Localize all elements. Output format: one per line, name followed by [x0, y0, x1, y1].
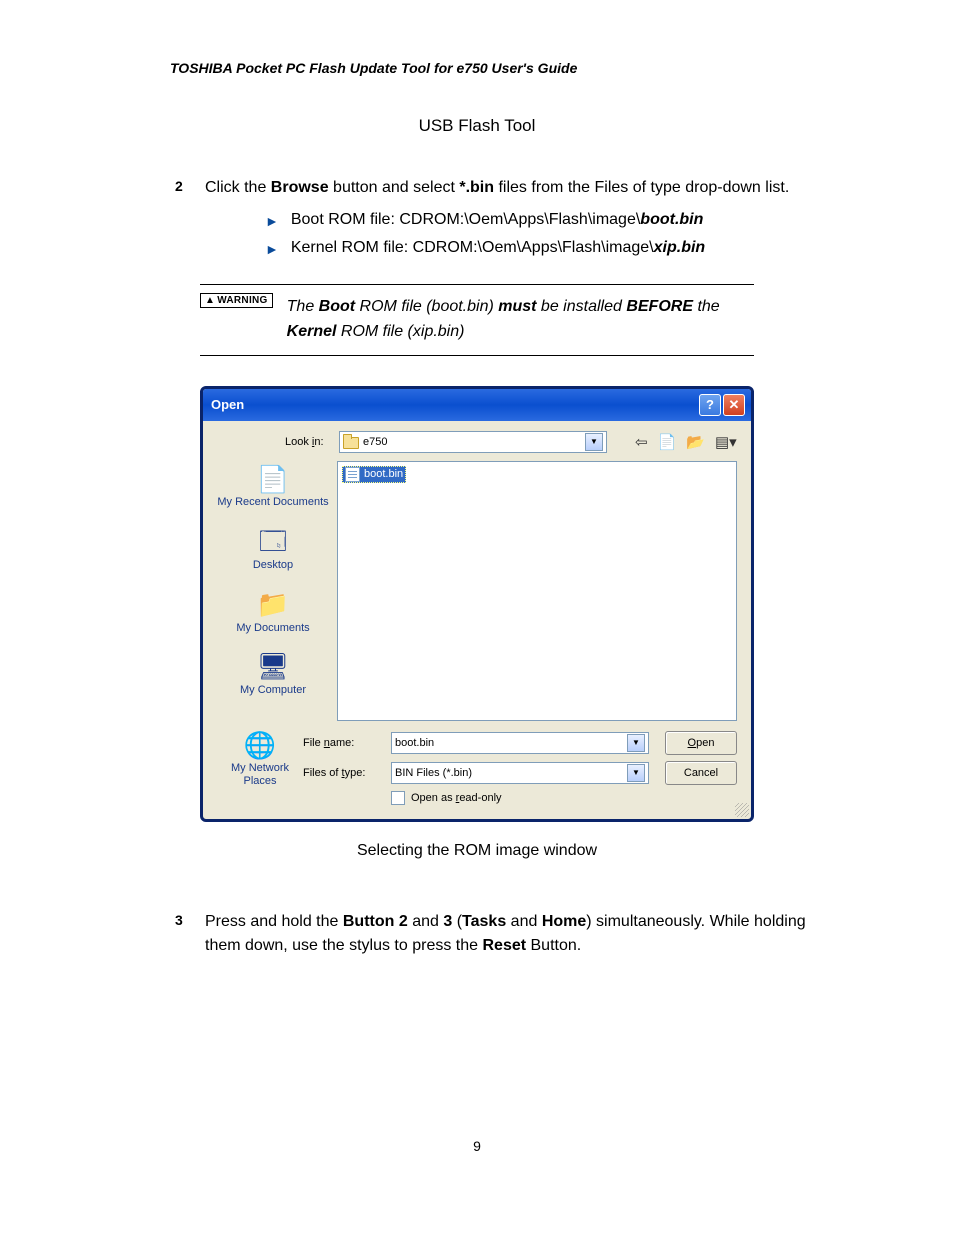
- warning-triangle-icon: ▲: [205, 295, 215, 306]
- filename-input[interactable]: boot.bin ▼: [391, 732, 649, 754]
- help-button[interactable]: ?: [699, 394, 721, 416]
- bullet-arrow-icon: ►: [265, 211, 279, 232]
- chevron-down-icon[interactable]: ▼: [627, 734, 645, 752]
- text-bold: Browse: [271, 179, 329, 196]
- places-desktop[interactable]: 🗔 Desktop: [253, 527, 293, 572]
- chevron-down-icon[interactable]: ▼: [585, 433, 603, 451]
- figure-caption: Selecting the ROM image window: [120, 842, 834, 860]
- bullet-item: ► Kernel ROM file: CDROM:\Oem\Apps\Flash…: [265, 236, 834, 260]
- text: Click the: [205, 179, 271, 196]
- up-one-level-icon[interactable]: 📄: [658, 433, 677, 451]
- lookin-dropdown[interactable]: e750 ▼: [339, 431, 607, 453]
- page-number: 9: [120, 1138, 834, 1154]
- cancel-button[interactable]: Cancel: [665, 761, 737, 785]
- lookin-value: e750: [363, 436, 387, 448]
- bullet-bolditalic: boot.bin: [640, 211, 703, 228]
- text: button and select: [329, 179, 460, 196]
- open-button[interactable]: Open: [665, 731, 737, 755]
- bullet-item: ► Boot ROM file: CDROM:\Oem\Apps\Flash\i…: [265, 208, 834, 232]
- text-bold: *.bin: [459, 179, 494, 196]
- desktop-icon: 🗔: [253, 527, 293, 557]
- network-icon: 🌐: [217, 731, 303, 761]
- view-menu-icon[interactable]: ▤▾: [715, 433, 737, 451]
- places-mycomputer[interactable]: 🖥 My Computer: [240, 652, 306, 697]
- readonly-checkbox[interactable]: [391, 791, 405, 805]
- warning-block: ▲ WARNING The Boot ROM file (boot.bin) m…: [200, 284, 754, 356]
- step-number: 2: [175, 176, 205, 264]
- file-name-text: boot.bin: [364, 468, 403, 480]
- section-title: USB Flash Tool: [120, 116, 834, 136]
- computer-icon: 🖥: [240, 652, 306, 682]
- warning-badge: ▲ WARNING: [200, 293, 273, 308]
- filename-value: boot.bin: [395, 737, 434, 749]
- lookin-label: Look in:: [285, 436, 331, 448]
- warning-text: The Boot ROM file (boot.bin) must be ins…: [287, 293, 754, 345]
- mydocs-icon: 📁: [236, 590, 309, 620]
- titlebar[interactable]: Open ? ✕: [203, 389, 751, 421]
- places-network[interactable]: 🌐 My Network Places: [217, 731, 303, 788]
- doc-header: TOSHIBA Pocket PC Flash Update Tool for …: [170, 60, 834, 76]
- file-list[interactable]: boot.bin: [337, 461, 737, 721]
- step-body: Click the Browse button and select *.bin…: [205, 176, 834, 264]
- resize-grip[interactable]: [735, 803, 749, 817]
- close-button[interactable]: ✕: [723, 394, 745, 416]
- recent-docs-icon: 📄: [217, 465, 328, 495]
- step-2: 2 Click the Browse button and select *.b…: [175, 176, 834, 264]
- filename-label: File name:: [303, 737, 383, 749]
- warning-label: WARNING: [217, 295, 267, 306]
- chevron-down-icon[interactable]: ▼: [627, 764, 645, 782]
- file-icon: [345, 467, 360, 482]
- back-icon[interactable]: ⇦: [635, 433, 648, 451]
- places-bar: 📄 My Recent Documents 🗔 Desktop 📁 My Doc…: [217, 461, 329, 721]
- new-folder-icon[interactable]: 📂: [686, 433, 705, 451]
- filetype-dropdown[interactable]: BIN Files (*.bin) ▼: [391, 762, 649, 784]
- help-icon: ?: [706, 397, 714, 412]
- readonly-label: Open as read-only: [411, 792, 502, 804]
- bullet-arrow-icon: ►: [265, 239, 279, 260]
- dialog-title: Open: [211, 397, 244, 412]
- bullet-text: Boot ROM file: CDROM:\Oem\Apps\Flash\ima…: [291, 211, 640, 228]
- step-3: 3 Press and hold the Button 2 and 3 (Tas…: [175, 910, 834, 958]
- close-icon: ✕: [729, 397, 740, 413]
- file-item-selected[interactable]: boot.bin: [342, 466, 406, 483]
- bullet-text: Kernel ROM file: CDROM:\Oem\Apps\Flash\i…: [291, 239, 654, 256]
- places-mydocs[interactable]: 📁 My Documents: [236, 590, 309, 635]
- step-number: 3: [175, 910, 205, 958]
- step-body: Press and hold the Button 2 and 3 (Tasks…: [205, 910, 834, 958]
- open-dialog: Open ? ✕ Look in: e750 ▼ ⇦ 📄 📂 ▤▾ 📄: [200, 386, 754, 822]
- filetype-value: BIN Files (*.bin): [395, 767, 472, 779]
- bullet-bolditalic: xip.bin: [654, 239, 706, 256]
- text: files from the Files of type drop-down l…: [494, 179, 789, 196]
- folder-icon: [343, 437, 359, 449]
- places-recent[interactable]: 📄 My Recent Documents: [217, 465, 328, 510]
- filetype-label: Files of type:: [303, 767, 383, 779]
